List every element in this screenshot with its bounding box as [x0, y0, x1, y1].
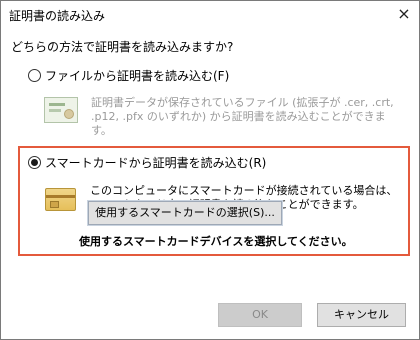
smart-card-icon — [45, 188, 76, 211]
file-description: 証明書データが保存されているファイル (拡張子が .cer, .crt, .p1… — [91, 96, 394, 137]
select-smartcard-button[interactable]: 使用するスマートカードの選択(S)... — [87, 200, 283, 226]
radio-file-label: ファイルから証明書を読み込む(F) — [45, 69, 230, 83]
question-text: どちらの方法で証明書を読み込みますか? — [11, 40, 234, 54]
radio-smartcard-label: スマートカードから証明書を読み込む(R) — [45, 156, 267, 170]
smartcard-note: 使用するスマートカードデバイスを選択してください。 — [79, 235, 353, 248]
radio-button-file[interactable] — [28, 69, 41, 82]
ok-button[interactable]: OK — [218, 303, 302, 327]
radio-smartcard-option[interactable]: スマートカードから証明書を読み込む(R) — [28, 154, 266, 171]
dialog-window: 証明書の読み込み × どちらの方法で証明書を読み込みますか? ファイルから証明書… — [0, 0, 420, 340]
close-button[interactable]: × — [395, 5, 413, 23]
radio-file-option[interactable]: ファイルから証明書を読み込む(F) — [28, 67, 229, 84]
window-title: 証明書の読み込み — [9, 9, 106, 23]
radio-button-smartcard[interactable] — [28, 156, 41, 169]
cancel-button[interactable]: キャンセル — [317, 303, 406, 327]
certificate-icon — [44, 97, 78, 123]
title-bar: 証明書の読み込み × — [1, 1, 419, 27]
